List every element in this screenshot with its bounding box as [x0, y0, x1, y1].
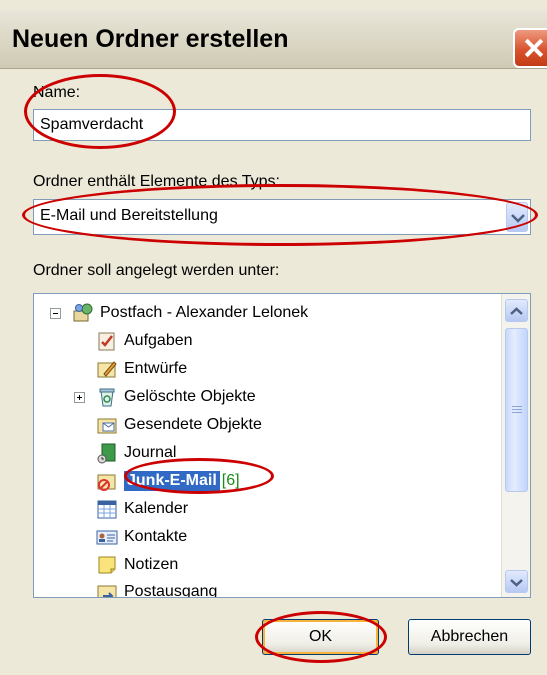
tree-item-journal[interactable]: Journal	[96, 440, 176, 466]
location-label: Ordner soll angelegt werden unter:	[33, 262, 280, 279]
outbox-icon	[96, 581, 118, 597]
notes-icon	[96, 554, 118, 576]
tree-item-label: Kontakte	[124, 528, 188, 545]
tree-item-sent[interactable]: Gesendete Objekte	[96, 412, 262, 438]
tree-item-contacts[interactable]: Kontakte	[96, 524, 187, 550]
tree-item-label: Junk-E-Mail	[124, 471, 220, 491]
dropdown-button[interactable]	[506, 202, 528, 232]
ok-button[interactable]: OK	[262, 619, 379, 655]
type-label: Ordner enthält Elemente des Typs:	[33, 173, 280, 190]
cancel-button[interactable]: Abbrechen	[408, 619, 531, 655]
scroll-thumb[interactable]	[505, 328, 528, 492]
scroll-grip	[512, 409, 522, 410]
contacts-icon	[96, 526, 118, 548]
chevron-up-icon	[510, 307, 523, 315]
sent-icon	[96, 414, 118, 436]
chevron-down-icon	[511, 214, 525, 223]
tree-item-junk[interactable]: Junk-E-Mail [6]	[96, 468, 240, 494]
tree-item-deleted[interactable]: Gelöschte Objekte	[96, 384, 256, 410]
tree-item-label: Gelöschte Objekte	[124, 388, 256, 405]
mailbox-icon	[72, 302, 94, 324]
close-icon[interactable]	[513, 28, 547, 68]
drafts-icon	[96, 358, 118, 380]
tree-item-outbox[interactable]: Postausgang	[96, 579, 218, 598]
type-select-value: E-Mail und Bereitstellung	[40, 207, 218, 224]
tree-item-label: Aufgaben	[124, 332, 193, 349]
trash-icon	[96, 386, 118, 408]
tree-item-mailbox[interactable]: Postfach - Alexander Lelonek	[72, 300, 308, 326]
dialog-title: Neuen Ordner erstellen	[12, 25, 289, 53]
tree-item-label: Postfach - Alexander Lelonek	[100, 304, 309, 321]
folder-tree[interactable]: Postfach - Alexander Lelonek Aufgaben En…	[33, 293, 531, 598]
tree-item-label: Journal	[124, 444, 177, 461]
journal-icon	[96, 442, 118, 464]
name-label: Name:	[33, 84, 81, 101]
tasks-icon	[96, 330, 118, 352]
scroll-up-button[interactable]	[505, 299, 528, 322]
tree-item-drafts[interactable]: Entwürfe	[96, 356, 187, 382]
tree-item-label: Entwürfe	[124, 360, 188, 377]
tree-item-label: Notizen	[124, 556, 179, 573]
tree-item-calendar[interactable]: Kalender	[96, 496, 188, 522]
tree-item-label: Kalender	[124, 500, 189, 517]
title-bar[interactable]: Neuen Ordner erstellen	[0, 10, 547, 69]
tree-item-tasks[interactable]: Aufgaben	[96, 328, 193, 354]
name-input[interactable]	[33, 109, 531, 141]
scroll-grip	[512, 412, 522, 413]
tree-item-notes[interactable]: Notizen	[96, 552, 178, 578]
tree-item-label: Postausgang	[124, 583, 218, 598]
unread-count: [6]	[221, 472, 240, 489]
chevron-down-icon	[510, 579, 523, 587]
type-select[interactable]: E-Mail und Bereitstellung	[33, 199, 531, 235]
collapse-icon[interactable]	[50, 308, 61, 319]
expand-icon[interactable]	[74, 392, 85, 403]
scroll-down-button[interactable]	[505, 570, 528, 593]
junk-icon	[96, 470, 118, 492]
scroll-grip	[512, 406, 522, 407]
new-folder-dialog: Neuen Ordner erstellen Name: Ordner enth…	[0, 0, 547, 675]
tree-item-label: Gesendete Objekte	[124, 416, 262, 433]
calendar-icon	[96, 498, 118, 520]
tree-scrollbar[interactable]	[501, 294, 530, 597]
